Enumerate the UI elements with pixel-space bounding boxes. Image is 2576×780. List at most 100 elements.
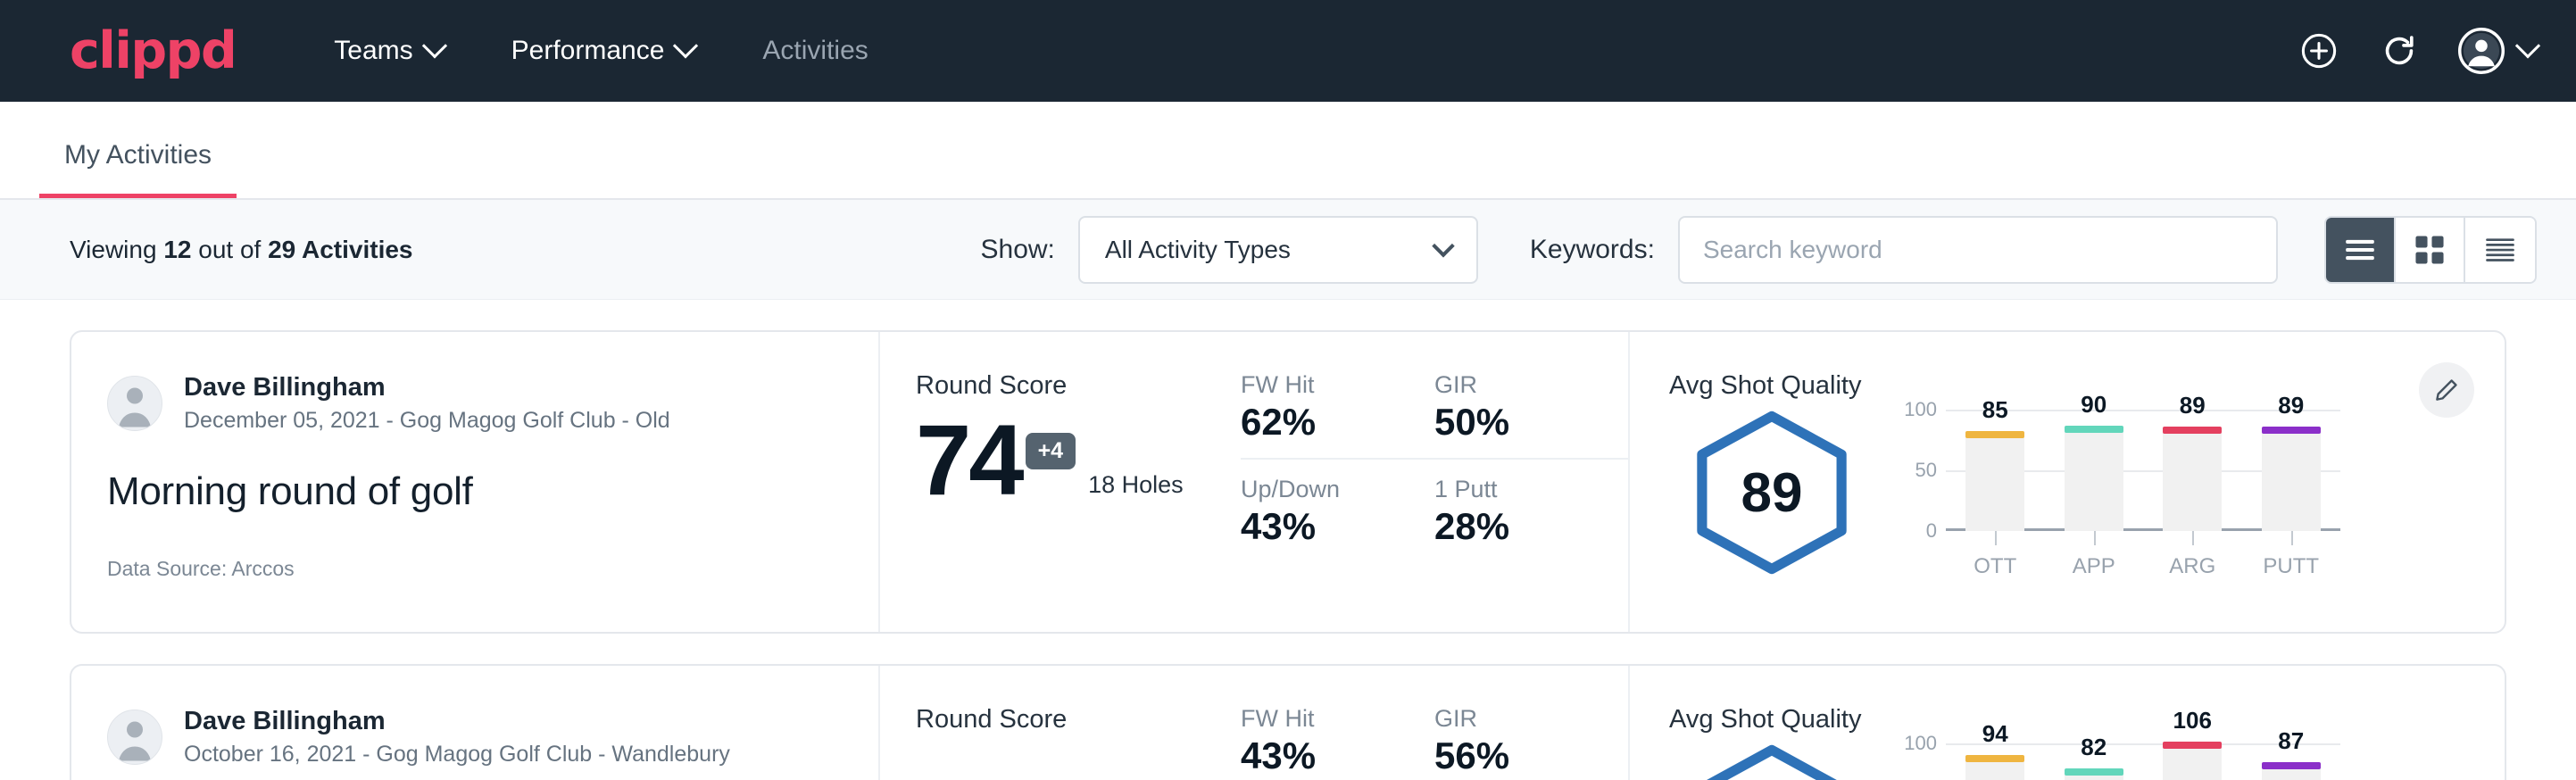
quality-hexagon [1689,743,1855,780]
activity-title: Morning round of golf [107,469,843,514]
stat-one-putt: 1 Putt 28% [1434,460,1628,548]
activity-summary: Dave Billingham December 05, 2021 - Gog … [71,332,880,632]
round-score-label: Round Score [916,705,1219,734]
activity-summary: Dave Billingham October 16, 2021 - Gog M… [71,666,880,780]
stat-label: Up/Down [1241,476,1415,503]
y-tick-100: 100 [1904,732,1937,755]
stat-fw-hit: FW Hit 62% [1241,371,1434,460]
activity-type-select[interactable]: All Activity Types [1078,216,1478,284]
tab-my-activities[interactable]: My Activities [39,140,237,198]
stat-value: 28% [1434,505,1608,548]
main-nav: Teams Performance Activities [300,0,902,102]
nav-item-teams[interactable]: Teams [300,0,477,102]
bar-slot: 87 [2242,743,2341,780]
avatar [107,376,162,431]
user-menu[interactable] [2456,26,2537,76]
bar-value-label: 89 [2278,392,2304,419]
bar-arg: 89 [2163,433,2222,531]
list-icon [2343,236,2377,263]
avg-shot-quality-block: Avg Shot Quality 89 100 [1630,332,2505,632]
compact-view-button[interactable] [2465,218,2535,282]
avg-shot-quality-block: Avg Shot Quality 100 [1630,666,2505,780]
clippd-logo[interactable]: clippd [70,26,236,77]
avatar [107,709,162,765]
keywords-label: Keywords: [1530,235,1655,265]
grid-icon [2414,234,2446,266]
bar-slot: 94 [1946,743,2045,780]
holes-label: 18 Holes [1088,471,1184,508]
add-button[interactable] [2296,28,2342,74]
nav-item-performance[interactable]: Performance [478,0,729,102]
plus-circle-icon [2298,30,2339,71]
viewing-total: 29 Activities [268,236,412,263]
stat-label: GIR [1434,705,1608,733]
bar-slot: 89 [2143,410,2242,531]
viewing-count-label: Viewing 12 out of 29 Activities [70,236,413,264]
nav-item-activities[interactable]: Activities [728,0,902,102]
bar-ott: 85 [1965,437,2024,531]
bar-value-label: 94 [1982,720,2008,748]
bar-cap [2065,426,2123,433]
stat-value: 62% [1241,401,1415,444]
bar-cap [2065,768,2123,776]
search-input[interactable] [1678,216,2278,284]
person-name: Dave Billingham [184,705,730,737]
bar-slot: 85 [1946,410,2045,531]
app-header: clippd Teams Performance Activities [0,0,2576,102]
activities-list: Dave Billingham December 05, 2021 - Gog … [0,330,2576,780]
x-tick-ott: OTT [1946,531,2045,579]
round-score-row: 74 +4 18 Holes [916,413,1219,508]
y-tick-50: 50 [1915,459,1937,482]
activity-card[interactable]: Dave Billingham December 05, 2021 - Gog … [70,330,2506,634]
nav-item-performance-label: Performance [511,0,665,102]
refresh-button[interactable] [2376,28,2422,74]
stat-value: 50% [1434,401,1608,444]
bar-cap [2163,427,2222,434]
data-source-label: Data Source: Arccos [107,557,843,581]
chevron-down-icon [1432,235,1454,257]
keywords-group: Keywords: [1530,216,2278,284]
activity-card[interactable]: Dave Billingham October 16, 2021 - Gog M… [70,664,2506,780]
bar-ott: 94 [1965,761,2024,780]
page-tabbar: My Activities [0,102,2576,200]
chevron-down-icon [2515,33,2540,58]
bar-slot: 89 [2242,410,2341,531]
y-tick-100: 100 [1904,398,1937,421]
bar-value-label: 90 [2081,391,2107,419]
stat-value: 43% [1241,734,1415,777]
round-stats-block: FW Hit 43% GIR 56% [1219,666,1630,780]
round-score-block: Round Score 74 +4 18 Holes [880,332,1219,632]
bar-cap [2262,762,2321,769]
show-filter-group: Show: All Activity Types [981,216,1478,284]
person-name: Dave Billingham [184,371,670,403]
round-score-value: 74 [916,413,1022,508]
x-tick-putt: PUTT [2242,531,2341,579]
bar-slot: 82 [2045,743,2144,780]
bar-app: 90 [2065,432,2123,531]
bar-arg: 106 [2163,748,2222,780]
stat-value: 43% [1241,505,1415,548]
quality-score-value: 89 [1689,410,1855,576]
stat-fw-hit: FW Hit 43% [1241,705,1434,780]
bar-value-label: 106 [2173,707,2212,734]
round-stats-block: FW Hit 62% GIR 50% Up/Down 43% 1 Putt 28… [1219,332,1630,632]
grid-view-button[interactable] [2396,218,2465,282]
viewing-prefix: Viewing [70,236,163,263]
nav-item-activities-label: Activities [762,0,868,102]
nav-item-teams-label: Teams [334,0,412,102]
view-mode-toggle [2324,216,2537,284]
list-view-button[interactable] [2326,218,2396,282]
person-icon [108,376,162,430]
bar-slot: 106 [2143,743,2242,780]
bar-app: 82 [2065,775,2123,780]
activities-toolbar: Viewing 12 out of 29 Activities Show: Al… [0,200,2576,300]
shot-quality-chart: 100 50 0 948210687 OTTAPPARGPUTT [1894,743,2340,780]
y-tick-0: 0 [1926,519,1937,543]
edit-activity-button[interactable] [2419,362,2474,418]
chevron-down-icon [673,33,698,58]
person-icon [108,709,162,764]
bar-cap [1965,755,2024,762]
viewing-count: 12 [163,236,191,263]
quality-hexagon: 89 [1689,410,1855,576]
avg-shot-quality-label: Avg Shot Quality [1669,705,2505,734]
